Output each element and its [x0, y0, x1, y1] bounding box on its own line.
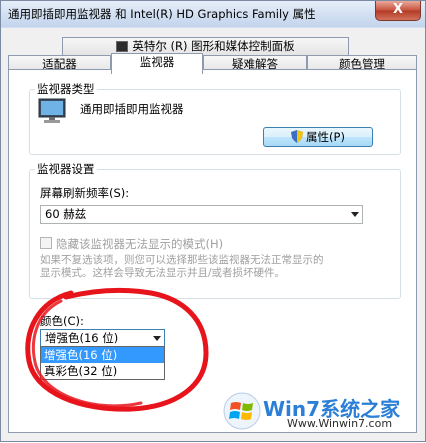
- properties-button-label: 属性(P): [306, 130, 345, 144]
- watermark: Win7系统之家 Www.Winwin7.com: [217, 389, 417, 435]
- intel-tab-icon: [116, 41, 129, 52]
- chevron-down-icon: [153, 336, 161, 341]
- colors-label: 颜色(C):: [40, 314, 84, 328]
- title-bar[interactable]: 通用即插即用监视器 和 Intel(R) HD Graphics Family …: [1, 1, 425, 27]
- refresh-rate-label: 屏幕刷新频率(S):: [40, 186, 130, 200]
- colors-selected-value: 增强色(16 位): [45, 331, 119, 345]
- close-button[interactable]: X: [375, 1, 421, 21]
- monitor-type-group-label: 监视器类型: [35, 81, 97, 97]
- hide-modes-hint-line2: 显示模式。这样会导致无法显示并且/或者损坏硬件。: [40, 267, 286, 279]
- window-title: 通用即插即用监视器 和 Intel(R) HD Graphics Family …: [8, 7, 316, 21]
- colors-option-32bit[interactable]: 真彩色(32 位): [41, 363, 164, 379]
- monitor-name: 通用即插即用监视器: [80, 102, 184, 116]
- windows-logo-icon: [223, 392, 261, 430]
- monitor-settings-group-label: 监视器设置: [35, 161, 97, 177]
- tab-monitor[interactable]: 监视器: [111, 53, 203, 74]
- hide-modes-checkbox[interactable]: [40, 237, 52, 249]
- tab-intel-graphics-label: 英特尔 (R) 图形和媒体控制面板: [132, 39, 295, 53]
- properties-window: 通用即插即用监视器 和 Intel(R) HD Graphics Family …: [0, 0, 426, 442]
- monitor-icon: [38, 98, 66, 123]
- tab-intel-graphics[interactable]: 英特尔 (R) 图形和媒体控制面板: [62, 37, 349, 56]
- hide-modes-label: 隐藏该监视器无法显示的模式(H): [56, 237, 224, 251]
- properties-button[interactable]: 属性(P): [263, 127, 373, 147]
- colors-dropdown-list: 增强色(16 位) 真彩色(32 位): [40, 346, 165, 380]
- refresh-rate-select[interactable]: 60 赫兹: [40, 205, 363, 224]
- colors-option-16bit[interactable]: 增强色(16 位): [41, 347, 164, 363]
- watermark-url: Www.Winwin7.com: [287, 417, 393, 430]
- shield-icon: [291, 130, 304, 143]
- refresh-rate-value: 60 赫兹: [45, 207, 87, 221]
- chevron-down-icon: [351, 212, 359, 217]
